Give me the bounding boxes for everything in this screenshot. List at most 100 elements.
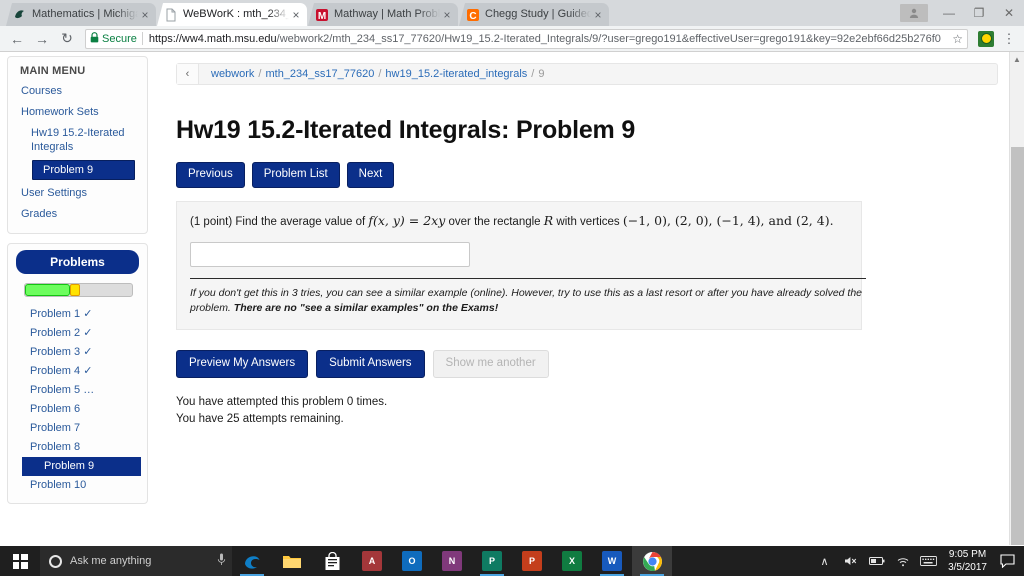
mathway-logo-icon: M — [315, 8, 329, 22]
taskbar-clock[interactable]: 9:05 PM 3/5/2017 — [942, 548, 993, 574]
breadcrumb-problem-number: 9 — [538, 68, 545, 80]
address-bar[interactable]: Secure https://ww4.math.msu.edu/webwork2… — [85, 28, 968, 49]
forward-icon[interactable]: → — [31, 28, 53, 50]
problems-panel: Problems Problem 1 ✓ Problem 2 ✓ Problem… — [7, 243, 148, 504]
browser-tab-2[interactable]: M Mathway | Math Problem × — [308, 3, 458, 26]
extension-icon[interactable] — [975, 28, 997, 50]
taskbar-chrome-icon[interactable] — [632, 546, 672, 576]
problem-link-1[interactable]: Problem 1 ✓ — [8, 305, 147, 324]
search-placeholder: Ask me anything — [70, 555, 152, 567]
show-hidden-icons-chevron-icon[interactable]: ∧ — [812, 546, 837, 576]
page-title: Hw19 15.2-Iterated Integrals: Problem 9 — [176, 116, 636, 144]
breadcrumb-separator: / — [378, 68, 382, 80]
main-menu-panel: MAIN MENU Courses Homework Sets Hw19 15.… — [7, 56, 148, 234]
problem-link-2[interactable]: Problem 2 ✓ — [8, 324, 147, 343]
browser-toolbar: ← → ↻ Secure https://ww4.math.msu.edu/we… — [0, 26, 1024, 52]
sidebar-item-courses[interactable]: Courses — [8, 81, 147, 102]
reload-icon[interactable]: ↻ — [56, 28, 78, 50]
breadcrumb-webwork[interactable]: webwork — [211, 68, 254, 80]
windows-taskbar: Ask me anything A O N P P X W ∧ 9:05 PM … — [0, 546, 1024, 576]
page-scrollbar[interactable]: ▲ — [1009, 52, 1024, 545]
note-line-1: If you don't get this in 3 tries, you ca… — [190, 287, 812, 299]
close-icon[interactable]: × — [138, 8, 152, 22]
url-path: /webwork2/mth_234_ss17_77620/Hw19_15.2-I… — [276, 32, 941, 45]
tab-strip: Mathematics | Michigan S × WeBWorK : mth… — [0, 0, 1024, 26]
taskbar-word-icon[interactable]: W — [592, 546, 632, 576]
problem-link-7[interactable]: Problem 7 — [8, 419, 147, 438]
browser-tab-1[interactable]: WeBWorK : mth_234_ss17 × — [157, 3, 307, 26]
problem-link-5[interactable]: Problem 5 … — [8, 381, 147, 400]
minimize-icon[interactable]: — — [934, 1, 964, 25]
taskbar-powerpoint-icon[interactable]: P — [512, 546, 552, 576]
taskbar-onenote-icon[interactable]: N — [432, 546, 472, 576]
problem-link-8[interactable]: Problem 8 — [8, 438, 147, 457]
taskbar-edge-icon[interactable] — [232, 546, 272, 576]
network-wifi-icon[interactable] — [890, 546, 915, 576]
window-close-icon[interactable]: ✕ — [994, 1, 1024, 25]
chrome-menu-icon[interactable]: ⋮ — [1000, 31, 1018, 47]
scroll-up-icon[interactable]: ▲ — [1010, 52, 1024, 66]
sidebar-item-hw19[interactable]: Hw19 15.2-Iterated Integrals — [8, 123, 147, 157]
attempts-used: You have attempted this problem 0 times. — [176, 396, 388, 408]
submit-answers-button[interactable]: Submit Answers — [316, 350, 425, 378]
taskbar-file-explorer-icon[interactable] — [272, 546, 312, 576]
powerpoint-glyph: P — [522, 551, 542, 571]
search-input[interactable]: Ask me anything — [40, 546, 232, 576]
previous-button[interactable]: Previous — [176, 162, 245, 188]
extension-inner-circle — [980, 33, 992, 44]
note-line-2-bold: There are no "see a similar examples" on… — [233, 302, 499, 314]
access-glyph: A — [362, 551, 382, 571]
taskbar-excel-icon[interactable]: X — [552, 546, 592, 576]
taskbar-store-icon[interactable] — [312, 546, 352, 576]
keyboard-icon[interactable] — [916, 546, 941, 576]
attempts-info: You have attempted this problem 0 times.… — [176, 394, 876, 428]
bookmark-star-icon[interactable]: ☆ — [949, 32, 963, 46]
microphone-icon[interactable] — [217, 553, 226, 569]
problem-link-4[interactable]: Problem 4 ✓ — [8, 362, 147, 381]
maximize-icon[interactable]: ❐ — [964, 1, 994, 25]
problem-math-region: R — [543, 213, 554, 228]
main-content: ‹ webwork / mth_234_ss17_77620 / hw19_15… — [176, 52, 998, 428]
browser-tab-0[interactable]: Mathematics | Michigan S × — [6, 3, 156, 26]
extension-badge — [978, 30, 994, 47]
sidebar-item-homework-sets[interactable]: Homework Sets — [8, 102, 147, 123]
problem-link-10[interactable]: Problem 10 — [8, 476, 147, 495]
taskbar-apps: A O N P P X W — [232, 546, 672, 576]
next-button[interactable]: Next — [346, 162, 395, 188]
problem-math-function: f(x, y) = 2xy — [368, 213, 446, 228]
close-icon[interactable]: × — [440, 8, 454, 22]
problem-link-3[interactable]: Problem 3 ✓ — [8, 343, 147, 362]
breadcrumb-back-icon[interactable]: ‹ — [177, 64, 199, 84]
close-icon[interactable]: × — [289, 8, 303, 22]
browser-tab-3[interactable]: C Chegg Study | Guided So × — [459, 3, 609, 26]
progress-bar — [24, 283, 133, 297]
windows-logo-icon — [12, 553, 28, 569]
problem-link-6[interactable]: Problem 6 — [8, 400, 147, 419]
breadcrumb-set[interactable]: hw19_15.2-iterated_integrals — [385, 68, 527, 80]
action-center-icon[interactable] — [994, 546, 1020, 576]
system-tray: ∧ 9:05 PM 3/5/2017 — [812, 546, 1024, 576]
svg-text:M: M — [318, 11, 326, 22]
tab-title: Mathway | Math Problem — [334, 8, 440, 20]
profile-avatar-icon[interactable] — [900, 4, 928, 22]
battery-icon[interactable] — [864, 546, 889, 576]
scrollbar-thumb[interactable] — [1011, 147, 1024, 545]
taskbar-access-icon[interactable]: A — [352, 546, 392, 576]
outlook-glyph: O — [402, 551, 422, 571]
sidebar-item-current-problem[interactable]: Problem 9 — [32, 160, 135, 180]
problem-statement: (1 point) Find the average value of f(x,… — [190, 213, 848, 230]
problem-link-9[interactable]: Problem 9 — [22, 457, 141, 476]
breadcrumb-course[interactable]: mth_234_ss17_77620 — [265, 68, 374, 80]
show-me-another-button: Show me another — [432, 350, 549, 378]
taskbar-publisher-icon[interactable]: P — [472, 546, 512, 576]
volume-muted-icon[interactable] — [838, 546, 863, 576]
preview-my-answers-button[interactable]: Preview My Answers — [176, 350, 309, 378]
sidebar-item-user-settings[interactable]: User Settings — [8, 183, 147, 204]
back-icon[interactable]: ← — [6, 28, 28, 50]
close-icon[interactable]: × — [591, 8, 605, 22]
start-button[interactable] — [0, 546, 40, 576]
sidebar-item-grades[interactable]: Grades — [8, 204, 147, 225]
answer-input[interactable] — [190, 242, 470, 267]
problem-list-button[interactable]: Problem List — [251, 162, 340, 188]
taskbar-outlook-icon[interactable]: O — [392, 546, 432, 576]
